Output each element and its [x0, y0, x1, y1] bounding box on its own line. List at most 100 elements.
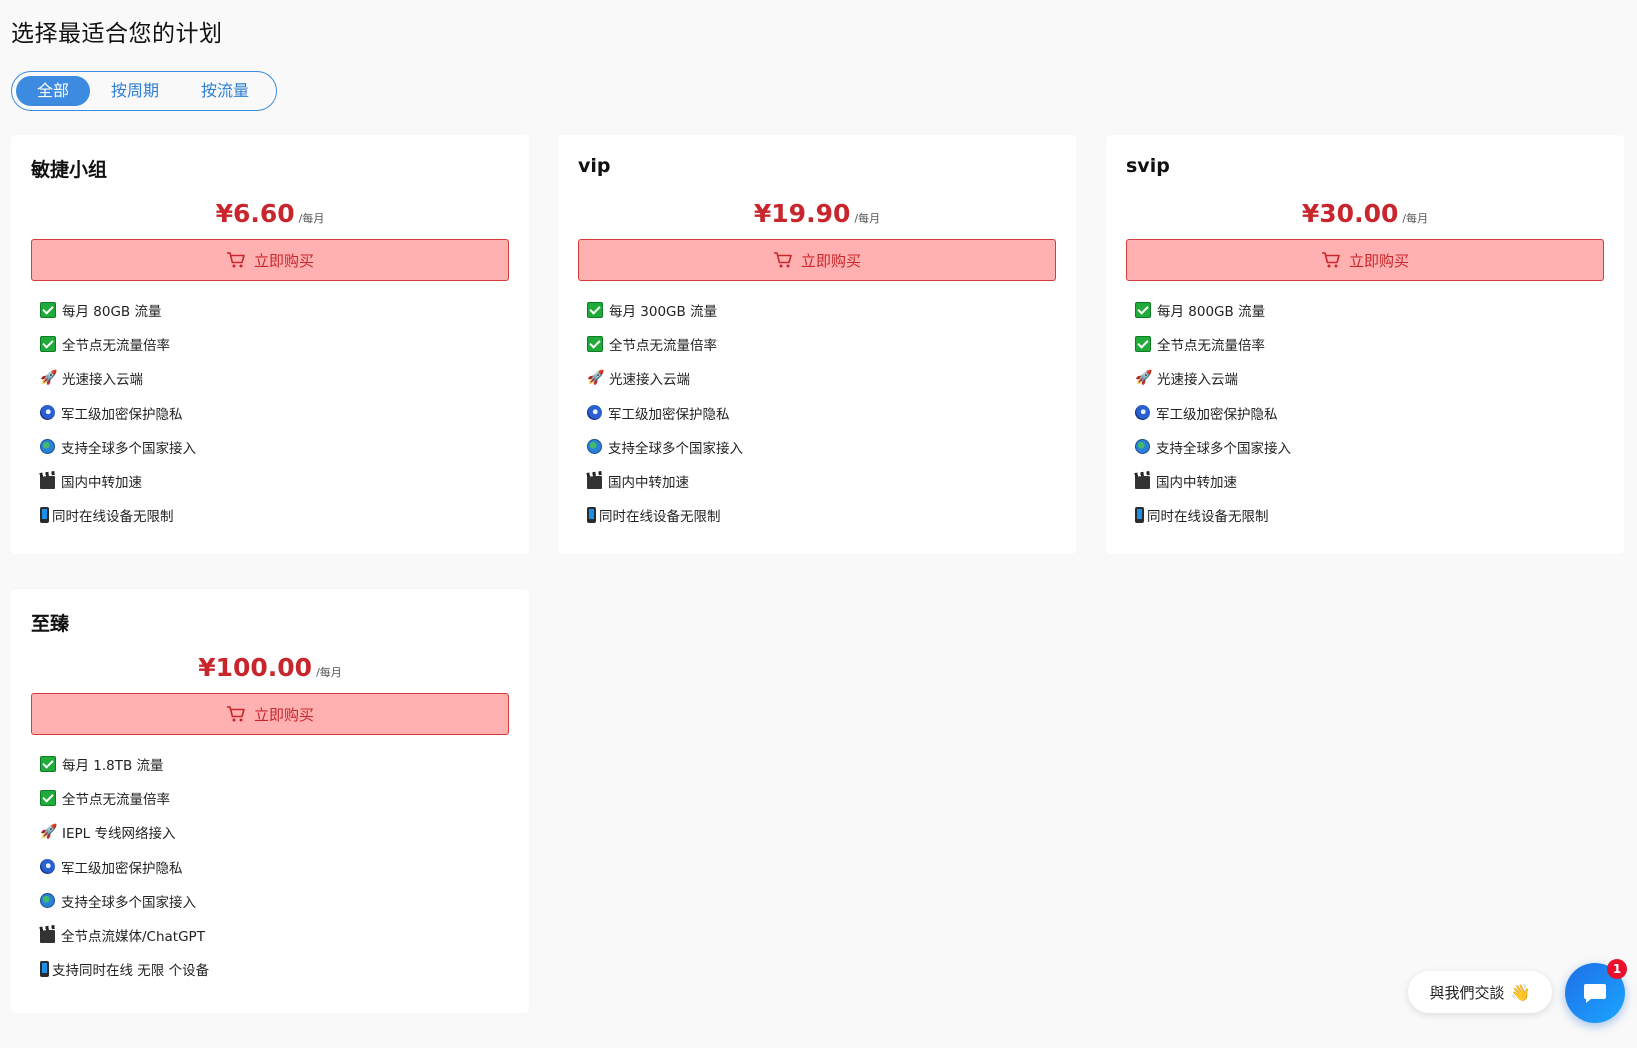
plan-card: svip ¥30.00/每月 立即购买 每月 800GB 流量 全节点无流量倍率…: [1106, 135, 1624, 554]
check-icon: [587, 302, 603, 319]
feature-item: 国内中转加速: [40, 464, 196, 498]
feature-item: 军工级加密保护隐私: [587, 396, 743, 430]
feature-text: 国内中转加速: [608, 475, 689, 492]
feature-item: 同时在线设备无限制: [40, 498, 196, 532]
feature-text: 支持同时在线 无限 个设备: [52, 963, 210, 980]
price-period: /每月: [1402, 212, 1429, 225]
rocket-icon: [587, 370, 603, 386]
feature-text: 每月 1.8TB 流量: [62, 758, 164, 775]
price-period: /每月: [298, 212, 325, 225]
plan-name: 至臻: [31, 613, 70, 635]
feature-item: 支持全球多个国家接入: [587, 430, 743, 464]
feature-text: 支持全球多个国家接入: [608, 440, 743, 457]
feature-item: 全节点流媒体/ChatGPT: [40, 918, 209, 952]
globe-icon: [587, 439, 602, 455]
feature-text: 全节点流媒体/ChatGPT: [61, 929, 205, 946]
plan-filter-tabs: 全部 按周期 按流量: [11, 71, 277, 111]
feature-text: 光速接入云端: [609, 372, 690, 389]
feature-item: 全节点无流量倍率: [40, 327, 196, 361]
buy-now-button[interactable]: 立即购买: [31, 693, 509, 735]
tab-by-traffic[interactable]: 按流量: [180, 76, 270, 106]
plan-price: ¥19.90: [753, 199, 851, 228]
plan-name: 敏捷小组: [31, 159, 108, 181]
plan-name: svip: [1126, 155, 1170, 177]
clapper-icon: [587, 475, 602, 489]
plan-card: 敏捷小组 ¥6.60/每月 立即购买 每月 80GB 流量 全节点无流量倍率 光…: [11, 135, 529, 554]
price-row: ¥19.90/每月: [558, 199, 1076, 228]
feature-text: 光速接入云端: [62, 372, 143, 389]
clapper-icon: [40, 929, 55, 943]
feature-item: 军工级加密保护隐私: [1135, 396, 1291, 430]
page-title: 选择最适合您的计划: [11, 21, 223, 47]
price-period: /每月: [316, 666, 342, 679]
feature-text: 全节点无流量倍率: [1157, 338, 1265, 355]
feature-text: 军工级加密保护隐私: [608, 406, 730, 423]
feature-text: 支持全球多个国家接入: [61, 894, 196, 911]
clapper-icon: [1135, 475, 1150, 489]
feature-item: 每月 800GB 流量: [1135, 293, 1291, 327]
phone-icon: [40, 961, 49, 978]
lock-icon: [40, 859, 55, 875]
buy-now-label: 立即购买: [253, 705, 314, 724]
price-row: ¥30.00/每月: [1106, 199, 1624, 228]
buy-now-button[interactable]: 立即购买: [1126, 239, 1604, 281]
globe-icon: [1135, 439, 1150, 455]
plan-name: vip: [578, 155, 611, 177]
feature-item: 支持全球多个国家接入: [40, 884, 209, 918]
price-row: ¥6.60/每月: [11, 199, 529, 228]
buy-now-label: 立即购买: [800, 251, 861, 270]
feature-item: 军工级加密保护隐私: [40, 850, 209, 884]
feature-text: 每月 80GB 流量: [62, 304, 162, 321]
lock-icon: [587, 405, 602, 421]
plan-card: vip ¥19.90/每月 立即购买 每月 300GB 流量 全节点无流量倍率 …: [558, 135, 1076, 554]
feature-text: 光速接入云端: [1157, 372, 1238, 389]
feature-list: 每月 300GB 流量 全节点无流量倍率 光速接入云端 军工级加密保护隐私 支持…: [587, 293, 743, 532]
feature-text: 全节点无流量倍率: [62, 792, 170, 809]
feature-text: 每月 800GB 流量: [1157, 304, 1266, 321]
buy-now-button[interactable]: 立即购买: [578, 239, 1056, 281]
feature-text: 国内中转加速: [1156, 475, 1237, 492]
phone-icon: [1135, 507, 1144, 524]
rocket-icon: [1135, 370, 1151, 386]
check-icon: [587, 336, 603, 353]
feature-item: IEPL 专线网络接入: [40, 815, 209, 849]
feature-text: 军工级加密保护隐私: [61, 406, 183, 423]
buy-now-button[interactable]: 立即购买: [31, 239, 509, 281]
wave-hand-icon: 👋: [1510, 982, 1531, 1002]
phone-icon: [587, 507, 596, 524]
feature-item: 国内中转加速: [1135, 464, 1291, 498]
feature-item: 全节点无流量倍率: [587, 327, 743, 361]
feature-text: 军工级加密保护隐私: [1156, 406, 1278, 423]
rocket-icon: [40, 824, 56, 840]
cart-icon: [773, 252, 792, 268]
feature-text: 每月 300GB 流量: [609, 304, 718, 321]
lock-icon: [1135, 405, 1150, 421]
feature-item: 支持同时在线 无限 个设备: [40, 952, 209, 986]
unread-badge: 1: [1607, 959, 1627, 979]
lock-icon: [40, 405, 55, 421]
tab-all[interactable]: 全部: [16, 76, 90, 106]
feature-item: 支持全球多个国家接入: [40, 430, 196, 464]
chat-bubble-icon: [1584, 984, 1606, 1003]
feature-item: 同时在线设备无限制: [1135, 498, 1291, 532]
chat-prompt-button[interactable]: 與我們交談 👋: [1408, 971, 1552, 1013]
cart-icon: [226, 252, 245, 268]
feature-text: 国内中转加速: [61, 475, 142, 492]
check-icon: [40, 790, 56, 807]
feature-item: 全节点无流量倍率: [40, 781, 209, 815]
chat-prompt-label: 與我們交談: [1429, 983, 1505, 1002]
plan-price: ¥6.60: [215, 199, 295, 228]
feature-item: 光速接入云端: [1135, 361, 1291, 395]
tab-by-period[interactable]: 按周期: [90, 76, 180, 106]
feature-item: 军工级加密保护隐私: [40, 396, 196, 430]
feature-item: 每月 80GB 流量: [40, 293, 196, 327]
buy-now-label: 立即购买: [1348, 251, 1409, 270]
feature-text: 全节点无流量倍率: [62, 338, 170, 355]
check-icon: [40, 756, 56, 773]
globe-icon: [40, 439, 55, 455]
rocket-icon: [40, 370, 56, 386]
feature-text: 支持全球多个国家接入: [61, 440, 196, 457]
feature-item: 光速接入云端: [587, 361, 743, 395]
feature-item: 光速接入云端: [40, 361, 196, 395]
price-period: /每月: [854, 212, 881, 225]
